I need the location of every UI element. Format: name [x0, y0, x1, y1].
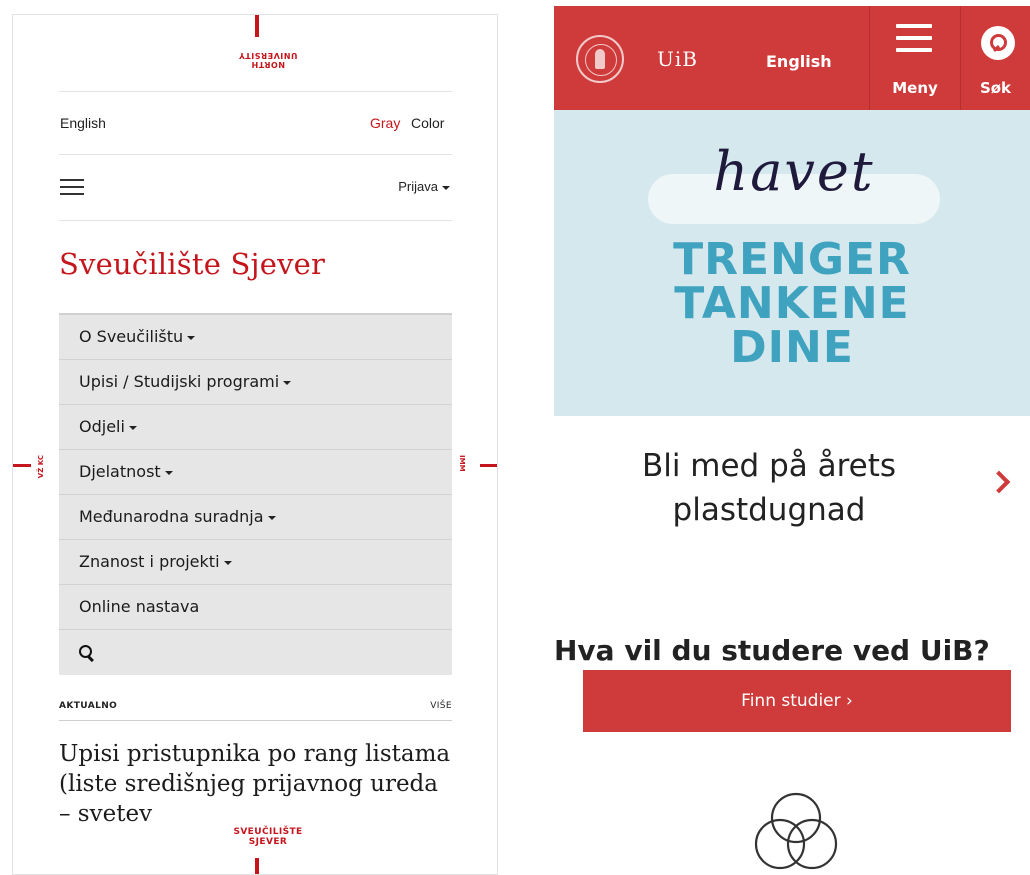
uib-seal-logo[interactable] [576, 35, 624, 83]
university-north-logo[interactable]: NORTH UNIVERSITY [228, 51, 308, 69]
nav-bar: Prijava [59, 155, 452, 221]
caret-down-icon [267, 515, 276, 520]
menu-button[interactable]: Meny [870, 6, 960, 110]
more-link[interactable]: VIŠE [430, 701, 452, 711]
sveuciliste-sjever-logo[interactable]: SVEUČILIŠTE SJEVER [208, 827, 328, 847]
hamburger-bar [896, 36, 932, 40]
bottom-red-marker [255, 858, 259, 874]
campaign-link-text[interactable]: Bli med på årets plastdugnad [594, 444, 944, 532]
menu-item-upisi[interactable]: Upisi / Studijski programi [59, 360, 452, 405]
brand-name[interactable]: UiB [657, 47, 698, 71]
english-link[interactable]: English [766, 52, 832, 71]
banner-line: TANKENE [674, 278, 910, 329]
side-marker-left-text: VŽ KC [37, 455, 45, 479]
section-label: AKTUALNO [59, 701, 118, 711]
menu-item-o-sveucilistu[interactable]: O Sveučilištu [59, 315, 452, 360]
menu-label: Meny [892, 79, 938, 97]
header-bar: UiB English Meny Søk [554, 6, 1030, 110]
gray-mode-link[interactable]: Gray [370, 115, 400, 131]
menu-item-label: Djelatnost [79, 462, 161, 481]
menu-item-medunarodna-suradnja[interactable]: Međunarodna suradnja [59, 495, 452, 540]
color-mode-link[interactable]: Color [411, 115, 444, 131]
banner-script-word: havet [713, 140, 875, 203]
news-headline[interactable]: Upisi pristupnika po rang listama (liste… [59, 739, 452, 823]
campaign-banner[interactable]: havet TRENGER TANKENE DINE [554, 110, 1030, 416]
news-section-header: AKTUALNO VIŠE [59, 701, 452, 721]
menu-item-label: Odjeli [79, 417, 125, 436]
banner-line: TRENGER [673, 234, 911, 285]
chevron-right-icon[interactable] [987, 470, 1011, 494]
menu-item-label: Znanost i projekti [79, 552, 220, 571]
caret-down-icon [187, 335, 196, 340]
menu-item-djelatnost[interactable]: Djelatnost [59, 450, 452, 495]
caret-down-icon [164, 470, 173, 475]
menu-item-label: Online nastava [79, 597, 200, 616]
menu-item-label: Upisi / Studijski programi [79, 372, 280, 391]
menu-item-online-nastava[interactable]: Online nastava [59, 585, 452, 630]
search-icon [79, 644, 95, 661]
login-label: Prijava [398, 179, 438, 194]
find-studies-button[interactable]: Finn studier › [583, 670, 1011, 732]
search-icon [981, 26, 1015, 60]
three-rings-icon [754, 792, 838, 870]
logo-line: UNIVERSITY [238, 51, 298, 60]
search-label: Søk [979, 79, 1012, 97]
hamburger-menu-icon[interactable] [60, 179, 84, 196]
logo-line: SVEUČILIŠTE [233, 827, 303, 837]
menu-item-label: O Sveučilištu [79, 327, 184, 346]
english-link[interactable]: English [60, 115, 106, 131]
logo-line: NORTH [251, 60, 285, 69]
page-title: Sveučilište Sjever [59, 247, 326, 281]
logo-line: SJEVER [248, 837, 288, 847]
top-red-marker [255, 15, 259, 37]
hamburger-menu-icon [896, 24, 932, 28]
search-button[interactable]: Søk [961, 6, 1030, 110]
banner-line: DINE [730, 322, 854, 373]
menu-search-button[interactable] [59, 630, 452, 675]
menu-item-znanost[interactable]: Znanost i projekti [59, 540, 452, 585]
uib-mobile-page: UiB English Meny Søk havet TRENGER TANKE… [554, 6, 1030, 875]
unin-mobile-page: NORTH UNIVERSITY VŽ KC IMM English Gray … [12, 14, 498, 875]
caret-down-icon [283, 380, 292, 385]
top-utility-bar: English Gray Color [59, 91, 452, 155]
login-dropdown[interactable]: Prijava [398, 179, 450, 194]
menu-item-label: Međunarodna suradnja [79, 507, 264, 526]
caret-down-icon [128, 425, 137, 430]
menu-item-odjeli[interactable]: Odjeli [59, 405, 452, 450]
caret-down-icon [223, 560, 232, 565]
side-marker-right-text: IMM [458, 455, 466, 472]
left-red-marker [13, 464, 31, 467]
caret-down-icon [442, 185, 450, 190]
right-red-marker [480, 464, 497, 467]
study-question-heading: Hva vil du studere ved UiB? [554, 634, 990, 667]
hamburger-bar [896, 48, 932, 52]
main-menu: O Sveučilištu Upisi / Studijski programi… [59, 313, 452, 675]
